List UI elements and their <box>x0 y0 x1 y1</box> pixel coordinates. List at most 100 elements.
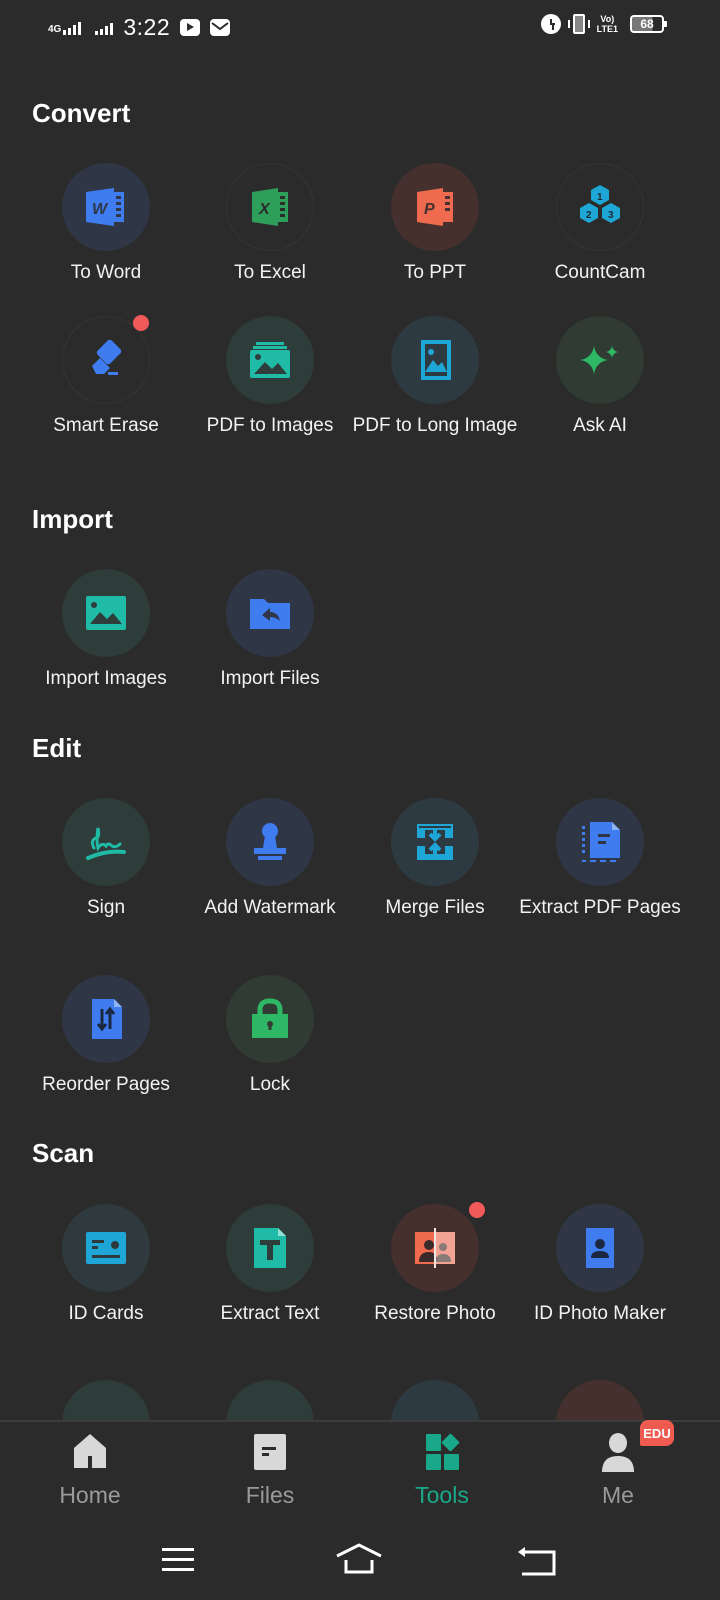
home-icon <box>74 1434 106 1468</box>
signal-icon <box>95 21 114 35</box>
volte-icon: Vo) LTE1 <box>596 14 618 34</box>
tool-ask-ai[interactable]: Ask AI <box>516 316 684 438</box>
tool-label: Reorder Pages <box>42 1074 170 1095</box>
menu-icon[interactable] <box>156 1540 206 1580</box>
word-icon: W <box>86 188 124 226</box>
new-badge-dot <box>133 315 149 331</box>
nav-label: Files <box>245 1482 295 1508</box>
extract-pages-icon <box>582 822 620 862</box>
files-icon <box>254 1434 286 1470</box>
tool-import-images[interactable]: Import Images <box>22 569 190 691</box>
tool-label: Smart Erase <box>53 415 159 436</box>
tool-label: Add Watermark <box>204 897 336 918</box>
nav-label: Tools <box>415 1482 469 1508</box>
tool-restore-photo[interactable]: Restore Photo <box>351 1202 519 1326</box>
tool-label: ID Cards <box>68 1303 144 1324</box>
tool-smart-erase[interactable]: Smart Erase <box>22 315 190 438</box>
tool-label: Extract Text <box>220 1303 320 1324</box>
back-icon[interactable] <box>512 1540 562 1580</box>
tool-id-cards[interactable]: ID Cards <box>22 1204 190 1326</box>
tool-extract-text[interactable]: Extract Text <box>186 1204 354 1326</box>
sparkle-icon <box>580 346 618 374</box>
signal-4g-icon: 4G <box>48 21 82 35</box>
folder-import-icon <box>250 599 290 629</box>
nav-label: Me <box>602 1482 634 1508</box>
new-badge-dot <box>469 1202 485 1218</box>
tool-countcam[interactable]: 1 2 3 CountCam <box>516 163 684 285</box>
tool-label: CountCam <box>554 262 646 283</box>
edu-badge: EDU <box>640 1420 674 1446</box>
tool-partial[interactable] <box>556 1380 644 1420</box>
tool-lock[interactable]: Lock <box>186 975 354 1097</box>
tool-pdf-to-long-image[interactable]: PDF to Long Image <box>351 316 519 438</box>
tool-label: Import Files <box>220 668 320 689</box>
long-image-icon <box>421 340 451 380</box>
tool-to-excel[interactable]: X To Excel <box>186 163 354 285</box>
tool-partial[interactable] <box>62 1380 150 1420</box>
tool-add-watermark[interactable]: Add Watermark <box>186 798 354 920</box>
image-icon <box>86 596 126 630</box>
system-home-icon[interactable] <box>334 1540 384 1580</box>
lock-icon <box>252 998 288 1038</box>
tools-icon <box>426 1433 460 1470</box>
nav-tools[interactable]: Tools <box>352 1422 532 1522</box>
tool-label: To PPT <box>403 262 467 283</box>
tool-label: Restore Photo <box>374 1303 496 1324</box>
tool-label: To Excel <box>234 262 306 283</box>
alarm-icon <box>540 14 561 34</box>
system-nav-bar <box>0 1520 720 1600</box>
tool-label: PDF to Images <box>206 415 334 436</box>
ppt-icon: P <box>417 188 453 226</box>
tool-label: Merge Files <box>385 897 485 918</box>
restore-photo-icon <box>415 1228 455 1268</box>
tool-pdf-to-images[interactable]: PDF to Images <box>186 316 354 438</box>
nav-files[interactable]: Files <box>180 1422 360 1522</box>
tool-import-files[interactable]: Import Files <box>186 569 354 691</box>
status-bar: 4G 3:22 Vo) LTE1 68 <box>0 0 720 58</box>
tool-label: Extract PDF Pages <box>519 897 681 918</box>
text-doc-icon <box>254 1228 286 1268</box>
svg-text:P: P <box>424 201 435 218</box>
tool-partial[interactable] <box>226 1380 314 1420</box>
reorder-icon <box>92 999 122 1039</box>
youtube-icon <box>180 19 201 36</box>
tool-merge-files[interactable]: Merge Files <box>351 798 519 920</box>
section-title-edit: Edit <box>32 733 82 763</box>
tool-id-photo-maker[interactable]: ID Photo Maker <box>516 1204 684 1326</box>
section-title-convert: Convert <box>32 98 131 128</box>
tool-label: Import Images <box>45 668 167 689</box>
svg-text:X: X <box>258 201 271 218</box>
tools-content[interactable]: Convert W To Word X To Excel P To PPT 1 … <box>0 58 720 1420</box>
vibrate-icon <box>567 14 590 34</box>
tool-partial[interactable] <box>391 1380 479 1420</box>
images-stack-icon <box>250 342 290 378</box>
tool-to-ppt[interactable]: P To PPT <box>351 163 519 285</box>
nav-home[interactable]: Home <box>0 1422 180 1522</box>
tool-label: Sign <box>86 897 126 918</box>
battery-icon: 68 <box>630 15 667 33</box>
nav-me[interactable]: Me <box>528 1422 708 1522</box>
tool-label: To Word <box>70 262 142 283</box>
stamp-icon <box>254 823 286 860</box>
svg-text:1: 1 <box>597 192 603 203</box>
svg-text:3: 3 <box>608 210 614 221</box>
tool-extract-pdf-pages[interactable]: Extract PDF Pages <box>516 798 684 920</box>
tool-label: Lock <box>249 1074 291 1095</box>
section-title-scan: Scan <box>32 1138 95 1168</box>
svg-text:W: W <box>92 201 109 218</box>
tool-sign[interactable]: Sign <box>22 798 190 920</box>
excel-icon: X <box>252 188 288 226</box>
mail-icon <box>210 19 231 36</box>
tool-reorder-pages[interactable]: Reorder Pages <box>22 975 190 1097</box>
tool-to-word[interactable]: W To Word <box>22 163 190 285</box>
section-title-import: Import <box>32 504 113 534</box>
clock: 3:22 <box>123 14 171 40</box>
svg-text:2: 2 <box>586 210 592 221</box>
id-card-icon <box>86 1232 126 1264</box>
tool-label: ID Photo Maker <box>534 1303 666 1324</box>
person-icon <box>602 1433 634 1472</box>
tool-label: PDF to Long Image <box>352 415 518 436</box>
tool-label: Ask AI <box>573 415 627 436</box>
nav-label: Home <box>59 1482 121 1508</box>
signature-icon <box>86 827 126 860</box>
